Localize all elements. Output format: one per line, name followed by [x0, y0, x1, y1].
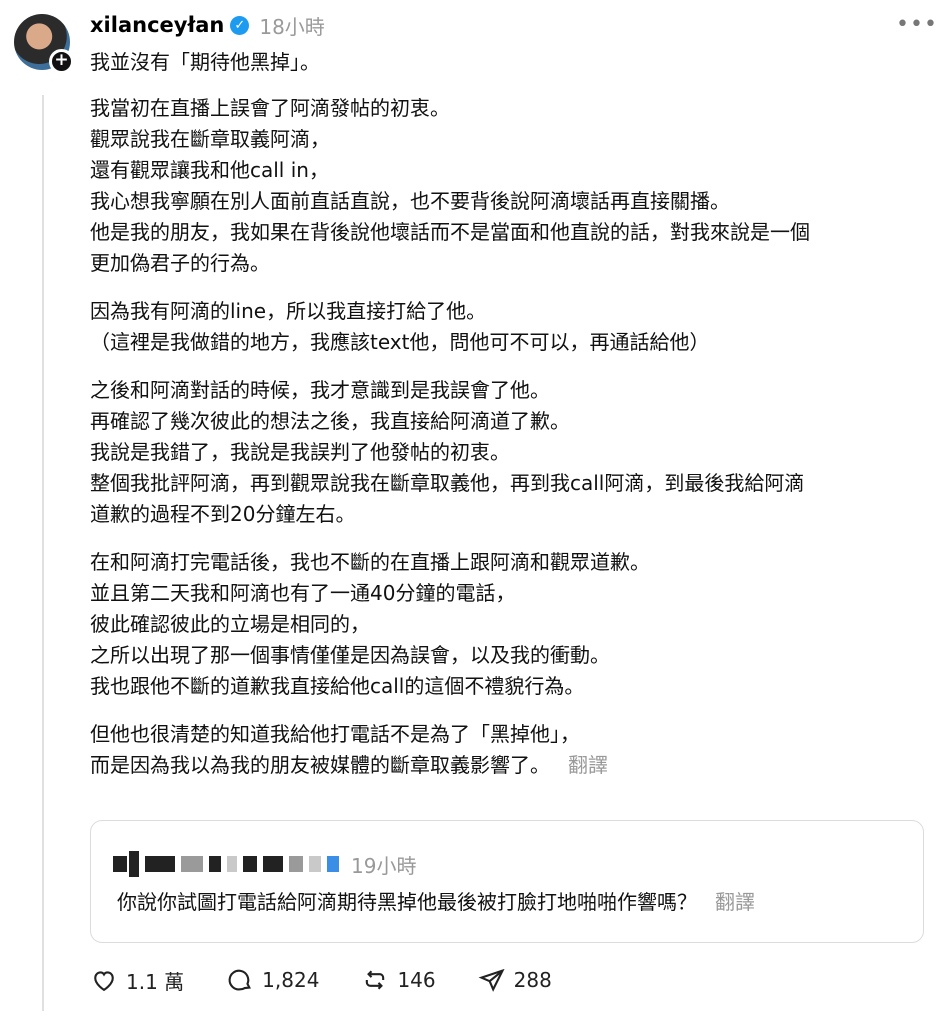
more-icon[interactable]: ••• — [896, 12, 938, 37]
thread-line — [42, 95, 44, 1011]
text-line: 道歉的過程不到20分鐘左右。 — [90, 502, 356, 526]
text-line: 整個我批評阿滴，再到觀眾說我在斷章取義他，再到我call阿滴，到最後我給阿滴 — [90, 471, 805, 495]
blurred-name — [145, 856, 175, 872]
paragraph: 之後和阿滴對話的時候，我才意識到是我誤會了他。 再確認了幾次彼此的想法之後，我直… — [90, 375, 930, 530]
paragraph: 在和阿滴打完電話後，我也不斷的在直播上跟阿滴和觀眾道歉。 並且第二天我和阿滴也有… — [90, 547, 930, 702]
comment-count: 1,824 — [262, 968, 320, 992]
share-icon — [478, 968, 505, 992]
repost-count: 146 — [397, 968, 436, 992]
heart-icon — [94, 971, 114, 992]
text-line: 彼此確認彼此的立場是相同的， — [90, 612, 370, 636]
repost-icon — [366, 970, 385, 990]
paragraph: 我當初在直播上誤會了阿滴發帖的初衷。 觀眾說我在斷章取義阿滴， 還有觀眾讓我和他… — [90, 93, 930, 279]
action-bar: 1.1 萬 1,824 146 288 — [90, 965, 594, 995]
blurred-name — [309, 856, 321, 872]
text-line: 再確認了幾次彼此的想法之後，我直接給阿滴道了歉。 — [90, 409, 570, 433]
blurred-name — [289, 856, 303, 872]
share-count: 288 — [513, 968, 552, 992]
blurred-name — [227, 856, 237, 872]
quoted-post-time[interactable]: 19小時 — [351, 850, 416, 879]
blurred-name — [209, 856, 221, 872]
quoted-post[interactable]: 19小時 你說你試圖打電話給阿滴期待黑掉他最後被打臉打地啪啪作響嗎？ 翻譯 — [90, 820, 924, 943]
text-line: 但他也很清楚的知道我給他打電話不是為了「黑掉他」， — [90, 722, 580, 746]
comment-button[interactable]: 1,824 — [226, 966, 319, 994]
repost-button[interactable]: 146 — [361, 966, 436, 994]
verified-icon — [327, 856, 339, 872]
plus-icon[interactable]: + — [49, 49, 74, 74]
text-line: 因為我有阿滴的line，所以我直接打給了他。 — [90, 299, 487, 323]
verified-icon: ✓ — [230, 15, 250, 35]
share-button[interactable]: 288 — [478, 966, 552, 994]
blurred-avatar — [113, 856, 127, 872]
text-line-content: 而是因為我以為我的朋友被媒體的斷章取義影響了。 — [90, 753, 550, 777]
paragraph: 但他也很清楚的知道我給他打電話不是為了「黑掉他」， 而是因為我以為我的朋友被媒體… — [90, 719, 930, 781]
text-line: 觀眾說我在斷章取義阿滴， — [90, 127, 330, 151]
text-line: （這裡是我做錯的地方，我應該text他，問他可不可以，再通話給他） — [90, 330, 710, 354]
comment-icon — [228, 969, 252, 991]
text-line: 他是我的朋友，我如果在背後說他壞話而不是當面和他直說的話，對我來說是一個 — [90, 220, 810, 244]
translate-link[interactable]: 翻譯 — [568, 753, 608, 777]
text-line: 還有觀眾讓我和他call in， — [90, 158, 329, 182]
blurred-name — [181, 856, 203, 872]
blurred-name — [129, 851, 139, 877]
text-line: 我也跟他不斷的道歉我直接給他call的這個不禮貌行為。 — [90, 674, 585, 698]
like-button[interactable]: 1.1 萬 — [90, 966, 184, 995]
text-line: 之後和阿滴對話的時候，我才意識到是我誤會了他。 — [90, 378, 550, 402]
post-first-line: 我並沒有「期待他黑掉」。 — [90, 50, 320, 74]
translate-link[interactable]: 翻譯 — [715, 890, 755, 914]
blurred-name — [243, 856, 257, 872]
text-line: 之所以出現了那一個事情僅僅是因為誤會，以及我的衝動。 — [90, 643, 610, 667]
text-line: 我心想我寧願在別人面前直話直說，也不要背後說阿滴壞話再直接關播。 — [90, 189, 730, 213]
like-count: 1.1 萬 — [126, 969, 185, 994]
post-body: 我當初在直播上誤會了阿滴發帖的初衷。 觀眾說我在斷章取義阿滴， 還有觀眾讓我和他… — [90, 93, 930, 798]
quoted-post-text: 你說你試圖打電話給阿滴期待黑掉他最後被打臉打地啪啪作響嗎？ 翻譯 — [117, 889, 755, 915]
text-line: 在和阿滴打完電話後，我也不斷的在直播上跟阿滴和觀眾道歉。 — [90, 550, 650, 574]
text-line: 我當初在直播上誤會了阿滴發帖的初衷。 — [90, 96, 450, 120]
text-line: 並且第二天我和阿滴也有了一通40分鐘的電話， — [90, 581, 516, 605]
post-header: xilanceyłan ✓ 18小時 — [90, 10, 325, 40]
text-line: 我說是我錯了，我說是我誤判了他發帖的初衷。 — [90, 440, 510, 464]
text-line: 更加偽君子的行為。 — [90, 251, 270, 275]
blurred-name — [263, 856, 283, 872]
quoted-post-content: 你說你試圖打電話給阿滴期待黑掉他最後被打臉打地啪啪作響嗎？ — [117, 890, 697, 914]
post-time[interactable]: 18小時 — [259, 11, 324, 40]
text-line: 而是因為我以為我的朋友被媒體的斷章取義影響了。 翻譯 — [90, 750, 930, 781]
paragraph: 因為我有阿滴的line，所以我直接打給了他。 （這裡是我做錯的地方，我應該tex… — [90, 296, 930, 358]
username[interactable]: xilanceyłan — [90, 13, 224, 37]
quoted-post-header: 19小時 — [113, 849, 416, 879]
